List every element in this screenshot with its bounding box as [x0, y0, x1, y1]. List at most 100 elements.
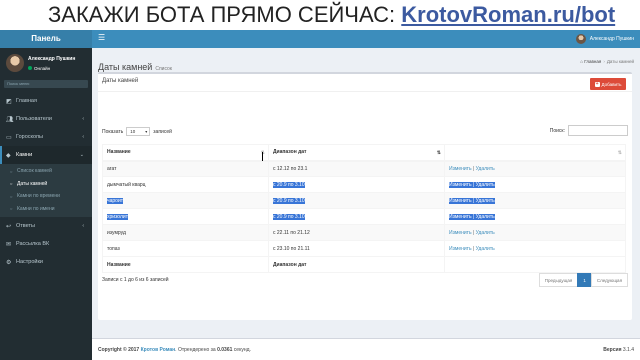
edit-link[interactable]: Изменить — [449, 166, 472, 172]
sidebar-menu: ◩ Главная 👥︎ Пользователи ‹ ▭ Гороскопы ‹ ◆ Ка… — [0, 92, 92, 271]
edit-link[interactable]: Изменить — [449, 214, 472, 220]
column-footer-name: Название — [102, 256, 269, 273]
footer-version: Версия 3.1.4 — [603, 347, 634, 353]
table-info: Записи с 1 до 6 из 6 записей — [102, 277, 169, 283]
cell-actions: Изменить | Удалить — [444, 176, 626, 193]
column-header-actions[interactable]: ⇅ — [444, 144, 626, 162]
divider — [98, 91, 632, 92]
chevron-down-icon: ▾ — [145, 129, 148, 134]
delete-link[interactable]: Удалить — [476, 198, 495, 204]
edit-link[interactable]: Изменить — [449, 230, 472, 236]
user-menu[interactable]: Александр Пушкин — [575, 32, 634, 46]
submenu-item-stone-dates[interactable]: ○ Даты камней — [0, 178, 92, 191]
table-row: топаз с 23.10 по 21.11 Изменить | Удалит… — [102, 240, 626, 257]
sidebar-item-home[interactable]: ◩ Главная — [0, 92, 92, 110]
cell-name: агат — [102, 160, 269, 177]
app-logo[interactable]: Панель — [0, 30, 92, 48]
delete-link[interactable]: Удалить — [476, 246, 495, 252]
breadcrumb-home[interactable]: Главная — [584, 59, 601, 64]
folder-icon: ▭ — [6, 134, 12, 141]
gear-icon: ⚙ — [6, 259, 12, 266]
stone-dates-box: Даты камней + Добавить Показать 10 ▾ запис… — [98, 72, 632, 320]
sort-icon: ⇅ — [617, 150, 622, 156]
circle-icon: ○ — [10, 206, 13, 212]
plus-icon: + — [594, 80, 600, 87]
online-dot-icon — [28, 66, 32, 70]
cell-range: с 20.9 по 3.10 — [268, 208, 445, 225]
circle-icon: ○ — [10, 193, 13, 199]
table-row: дымчатый кварц с 20.9 по 3.10 Изменить |… — [102, 176, 626, 193]
table-row: изумруд с 22.11 по 21.12 Изменить | Удал… — [102, 224, 626, 241]
box-title: Даты камней — [102, 78, 139, 84]
footer: Copyright © 2017 Кротов Роман. Отрендере… — [92, 338, 640, 360]
cell-range: с 20.9 по 3.10 — [268, 192, 445, 209]
search-input[interactable] — [568, 125, 628, 136]
pagination: Предыдущая 1 Следующая — [538, 273, 628, 287]
cell-name: изумруд — [102, 224, 269, 241]
sidebar: Александр Пушкин Онлайн Поиск меню ◩ Глав… — [0, 48, 92, 360]
table-row: хризолит с 20.9 по 3.10 Изменить | Удали… — [102, 208, 626, 225]
sidebar-item-horoscopes[interactable]: ▭ Гороскопы ‹ — [0, 128, 92, 146]
promo-link[interactable]: KrotovRoman.ru/bot — [401, 2, 615, 27]
column-footer-actions — [444, 256, 626, 273]
next-page-button[interactable]: Следующая — [590, 273, 628, 287]
prev-page-button[interactable]: Предыдущая — [538, 273, 579, 287]
sidebar-item-settings[interactable]: ⚙ Настройки — [0, 253, 92, 271]
text-cursor-icon — [262, 152, 263, 161]
sort-asc-icon: ⇅ — [436, 150, 441, 156]
users-icon: 👥︎ — [6, 116, 14, 123]
page-button-1[interactable]: 1 — [577, 273, 592, 287]
submenu-item-stone-list[interactable]: ○ Список камней — [0, 165, 92, 178]
cell-actions: Изменить | Удалить — [444, 192, 626, 209]
gem-icon: ◆ — [6, 152, 11, 159]
avatar — [6, 54, 24, 72]
sidebar-user-name: Александр Пушкин — [28, 56, 76, 62]
cell-actions: Изменить | Удалить — [444, 160, 626, 177]
page-length-select[interactable]: 10 ▾ — [126, 127, 151, 136]
sidebar-item-stones[interactable]: ◆ Камни ⌄ — [0, 146, 92, 164]
submenu-item-stones-by-name[interactable]: ○ Камни по имени — [0, 203, 92, 216]
user-panel: Александр Пушкин Онлайн — [4, 54, 90, 78]
cell-actions: Изменить | Удалить — [444, 208, 626, 225]
bars-icon[interactable]: ☰ — [98, 33, 105, 42]
breadcrumb-current: Даты камней — [606, 59, 634, 64]
promo-banner: ЗАКАЖИ БОТА ПРЯМО СЕЙЧАС: KrotovRoman.ru… — [0, 0, 640, 30]
page-title: Даты камней — [98, 62, 153, 72]
author-link[interactable]: Кротов Роман — [141, 347, 176, 353]
stone-dates-table: Название⇅ Диапазон дат⇅ ⇅ агат с 12.12 п… — [102, 144, 626, 273]
chevron-left-icon: ‹ — [82, 223, 84, 229]
reply-icon: ↩ — [6, 223, 12, 230]
status-badge: Онлайн — [28, 66, 50, 71]
delete-link[interactable]: Удалить — [476, 214, 495, 220]
vk-icon: ✉ — [6, 241, 12, 248]
column-header-range[interactable]: Диапазон дат ⇅ — [268, 144, 445, 162]
sidebar-item-users[interactable]: 👥︎ Пользователи ‹ — [0, 110, 92, 128]
chevron-left-icon: ‹ — [82, 134, 84, 140]
submenu-item-stones-by-time[interactable]: ○ Камни по времени — [0, 190, 92, 203]
cell-actions: Изменить | Удалить — [444, 224, 626, 241]
sidebar-search-input[interactable]: Поиск меню — [4, 80, 88, 88]
page-length: Показать 10 ▾ записей — [102, 127, 172, 136]
edit-link[interactable]: Изменить — [449, 182, 472, 188]
table-row: агат с 12.12 по 23.1 Изменить | Удалить — [102, 160, 626, 177]
footer-copyright: Copyright © 2017 Кротов Роман. Отрендере… — [98, 347, 251, 353]
cell-actions: Изменить | Удалить — [444, 240, 626, 257]
cell-name: топаз — [102, 240, 269, 257]
cell-name: хризолит — [102, 208, 269, 225]
table-search: Поиск: — [550, 125, 628, 136]
sidebar-item-answers[interactable]: ↩ Ответы ‹ — [0, 217, 92, 235]
main-content: Даты камней Список ⌂ Главная › Даты камней … — [92, 48, 640, 338]
table-row: чароит с 20.9 по 3.10 Изменить | Удалить — [102, 192, 626, 209]
circle-icon: ○ — [10, 181, 13, 187]
delete-link[interactable]: Удалить — [476, 166, 495, 172]
column-header-name[interactable]: Название⇅ — [102, 144, 269, 162]
edit-link[interactable]: Изменить — [449, 246, 472, 252]
delete-link[interactable]: Удалить — [476, 230, 495, 236]
delete-link[interactable]: Удалить — [476, 182, 495, 188]
sidebar-item-vk-mailing[interactable]: ✉ Рассылка ВК — [0, 235, 92, 253]
add-button[interactable]: + Добавить — [590, 78, 626, 90]
chevron-left-icon: ‹ — [82, 116, 84, 122]
edit-link[interactable]: Изменить — [449, 198, 472, 204]
breadcrumb: ⌂ Главная › Даты камней — [580, 59, 634, 64]
stones-submenu: ○ Список камней ○ Даты камней ○ Камни по вр… — [0, 164, 92, 217]
